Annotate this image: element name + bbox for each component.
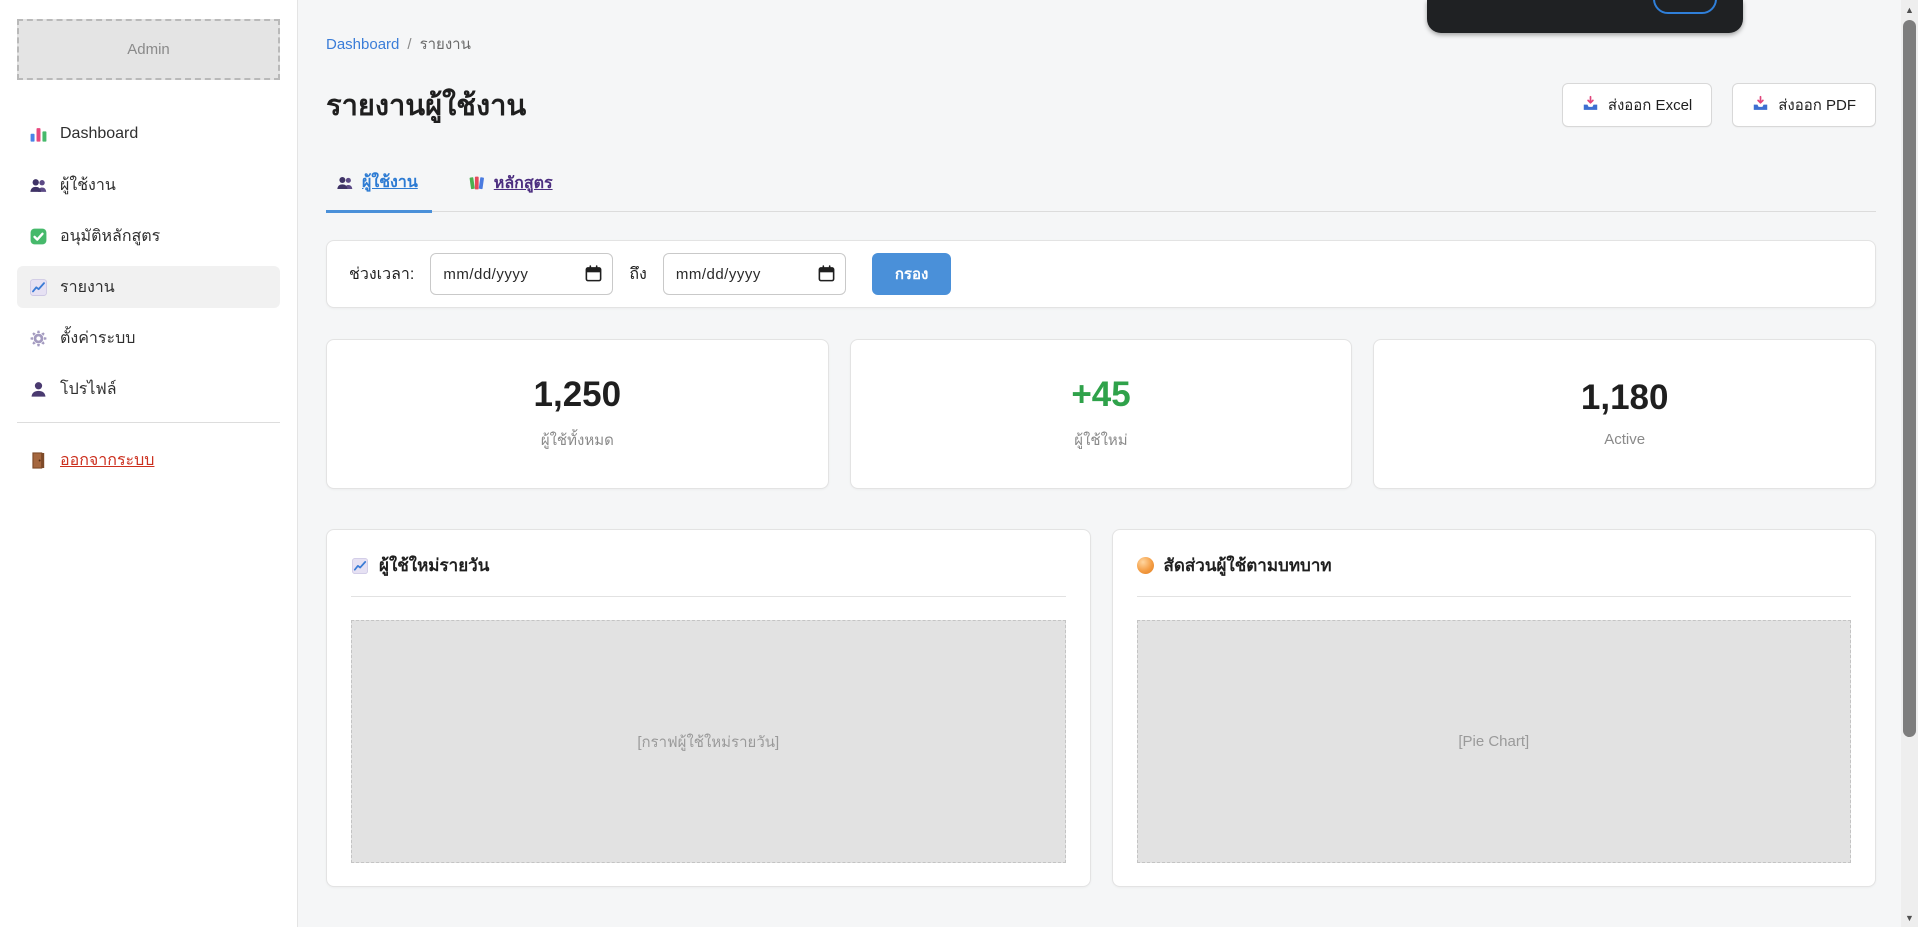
date-filter-card: ช่วงเวลา: ถึง กรอง — [326, 240, 1876, 308]
panel-divider — [351, 596, 1066, 597]
breadcrumb-dashboard-link[interactable]: Dashboard — [326, 36, 399, 53]
panel-title-row: สัดส่วนผู้ใช้ตามบทบาท — [1137, 552, 1852, 579]
sidebar-item-system-settings[interactable]: ตั้งค่าระบบ — [17, 317, 280, 359]
sidebar-item-label: ตั้งค่าระบบ — [60, 326, 135, 351]
pie-chart-icon — [1137, 557, 1154, 574]
date-range-label: ช่วงเวลา: — [349, 262, 414, 287]
export-excel-button[interactable]: ส่งออก Excel — [1562, 83, 1712, 127]
tab-users[interactable]: ผู้ใช้งาน — [326, 170, 432, 213]
panel-title-row: ผู้ใช้ใหม่รายวัน — [351, 552, 1066, 579]
admin-logo-placeholder: Admin — [17, 19, 280, 80]
sidebar-item-profile[interactable]: โปรไฟล์ — [17, 368, 280, 410]
stat-value: 1,250 — [534, 377, 622, 412]
panel-divider — [1137, 596, 1852, 597]
sidebar-item-approve-courses[interactable]: อนุมัติหลักสูตร — [17, 215, 280, 257]
panel-title: สัดส่วนผู้ใช้ตามบทบาท — [1164, 552, 1332, 579]
sidebar-item-dashboard[interactable]: Dashboard — [17, 113, 280, 155]
overlay-focused-button[interactable] — [1653, 0, 1717, 14]
tab-courses-label: หลักสูตร — [494, 171, 553, 196]
line-chart-icon — [351, 557, 369, 575]
placeholder-text: [Pie Chart] — [1458, 733, 1529, 750]
users-icon — [336, 174, 354, 192]
sidebar-item-logout[interactable]: ออกจากระบบ — [17, 439, 280, 481]
stat-card-active-users: 1,180 Active — [1373, 339, 1876, 489]
panel-new-users-daily: ผู้ใช้ใหม่รายวัน [กราฟผู้ใช้ใหม่รายวัน] — [326, 529, 1091, 887]
title-row: รายงานผู้ใช้งาน ส่งออก Excel ส่งออก PDF — [326, 82, 1876, 128]
sidebar-item-users[interactable]: ผู้ใช้งาน — [17, 164, 280, 206]
stat-value: 1,180 — [1581, 380, 1669, 415]
sidebar-item-label: โปรไฟล์ — [60, 377, 117, 402]
date-to-wrapper — [663, 253, 846, 295]
stat-value: +45 — [1071, 377, 1130, 412]
sidebar-item-label: รายงาน — [60, 275, 115, 300]
stat-card-new-users: +45 ผู้ใช้ใหม่ — [850, 339, 1353, 489]
sidebar-item-label: อนุมัติหลักสูตร — [60, 224, 160, 249]
calendar-icon[interactable] — [817, 264, 836, 283]
scroll-down-arrow-icon[interactable]: ▼ — [1901, 909, 1918, 926]
page-title: รายงานผู้ใช้งาน — [326, 82, 526, 128]
users-icon — [29, 176, 48, 195]
app-window: Admin Dashboard ผู้ใช้งาน อนุมัติหลักสูต… — [0, 0, 1918, 927]
stat-card-total-users: 1,250 ผู้ใช้ทั้งหมด — [326, 339, 829, 489]
stats-row: 1,250 ผู้ใช้ทั้งหมด +45 ผู้ใช้ใหม่ 1,180… — [326, 339, 1876, 489]
export-pdf-button[interactable]: ส่งออก PDF — [1732, 83, 1876, 127]
download-icon — [1582, 95, 1599, 116]
door-icon — [29, 451, 48, 470]
line-chart-icon — [29, 278, 48, 297]
approve-check-icon — [29, 227, 48, 246]
breadcrumb-separator: / — [407, 36, 411, 53]
placeholder-text: [กราฟผู้ใช้ใหม่รายวัน] — [637, 730, 779, 754]
books-icon — [468, 174, 486, 192]
chart-panels-row: ผู้ใช้ใหม่รายวัน [กราฟผู้ใช้ใหม่รายวัน] … — [326, 529, 1876, 887]
sidebar-divider — [17, 422, 280, 423]
date-from-wrapper — [430, 253, 613, 295]
stat-label: ผู้ใช้ใหม่ — [1074, 428, 1127, 452]
export-buttons: ส่งออก Excel ส่งออก PDF — [1562, 83, 1876, 127]
sidebar-item-label: Dashboard — [60, 125, 138, 143]
stat-label: Active — [1604, 431, 1645, 448]
gear-icon — [29, 329, 48, 348]
pie-chart-placeholder: [Pie Chart] — [1137, 620, 1852, 863]
main-content: Dashboard / รายงาน รายงานผู้ใช้งาน ส่งออก … — [298, 0, 1918, 927]
scroll-up-arrow-icon[interactable]: ▲ — [1901, 1, 1918, 18]
person-icon — [29, 380, 48, 399]
browser-dark-overlay — [1427, 0, 1743, 33]
sidebar-nav: Dashboard ผู้ใช้งาน อนุมัติหลักสูตร รายง… — [17, 113, 280, 410]
report-tabs: ผู้ใช้งาน หลักสูตร — [326, 170, 1876, 212]
admin-logo-label: Admin — [127, 41, 170, 58]
export-pdf-label: ส่งออก PDF — [1778, 93, 1856, 117]
panel-title: ผู้ใช้ใหม่รายวัน — [379, 552, 489, 579]
download-icon — [1752, 95, 1769, 116]
calendar-icon[interactable] — [584, 264, 603, 283]
bar-chart-icon — [29, 125, 48, 144]
logout-label: ออกจากระบบ — [60, 448, 154, 473]
tab-courses[interactable]: หลักสูตร — [458, 170, 567, 211]
sidebar-item-reports[interactable]: รายงาน — [17, 266, 280, 308]
sidebar-item-label: ผู้ใช้งาน — [60, 173, 116, 198]
export-excel-label: ส่งออก Excel — [1608, 93, 1692, 117]
breadcrumb-current: รายงาน — [420, 36, 471, 53]
filter-submit-button[interactable]: กรอง — [872, 253, 951, 295]
panel-users-by-role: สัดส่วนผู้ใช้ตามบทบาท [Pie Chart] — [1112, 529, 1877, 887]
line-chart-placeholder: [กราฟผู้ใช้ใหม่รายวัน] — [351, 620, 1066, 863]
breadcrumb: Dashboard / รายงาน — [326, 32, 1876, 56]
stat-label: ผู้ใช้ทั้งหมด — [541, 428, 614, 452]
tab-users-label: ผู้ใช้งาน — [362, 170, 418, 195]
sidebar: Admin Dashboard ผู้ใช้งาน อนุมัติหลักสูต… — [0, 0, 298, 927]
vertical-scrollbar[interactable]: ▲ ▼ — [1901, 0, 1918, 927]
scrollbar-thumb[interactable] — [1903, 20, 1916, 737]
date-to-label: ถึง — [629, 262, 647, 287]
